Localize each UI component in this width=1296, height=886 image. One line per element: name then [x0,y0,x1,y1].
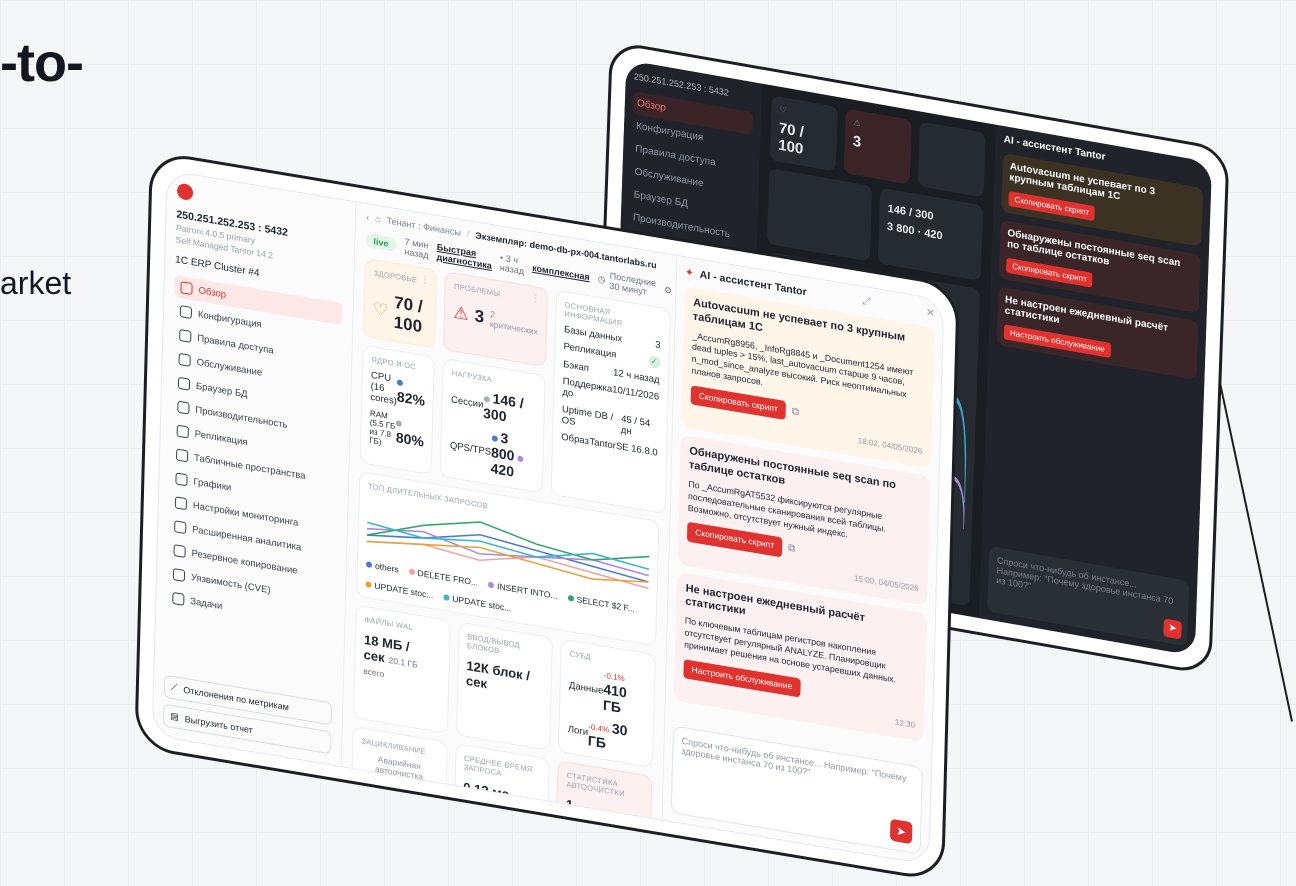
legend-swatch [567,594,574,602]
data-size: 410 ГБ [602,680,627,716]
legend-label: others [374,560,399,575]
check-icon: ✓ [647,355,661,370]
status-time: 7 мин назад [404,236,429,261]
dark-load-card: 146 / 300 3 800 · 420 [877,187,984,282]
more-icon[interactable]: ⋮ [531,293,541,306]
legend-label: UPDATE stoc... [374,580,434,601]
sidebar: 250.251.252.253 : 5432 Patroni 4.0.5 pri… [152,170,357,767]
shield-icon [179,328,192,343]
avg-query-value: 0.12 мс [463,779,510,802]
gauge-icon [177,400,190,415]
tps-value: 420 [490,459,515,480]
ai-assistant-panel: ✦ AI - ассистент Tantor ⤢ ✕ Autovacuum н… [661,255,944,864]
ai-spark-icon: ✦ [684,265,694,280]
status-mid: • 3 ч назад [499,252,525,277]
cpu-value: 82% [396,388,426,409]
analytics-icon [174,520,187,535]
database-icon [177,376,191,391]
wrench-icon [178,352,191,367]
shield-alert-icon [172,568,186,582]
send-icon[interactable]: ➤ [1163,618,1182,640]
problems-sub: 2 критических [489,308,539,337]
folder-icon [175,448,189,463]
core-os-card[interactable]: Ядро и ОС CPU (16 cores) 82% RAM (5.5 ГБ … [359,344,436,476]
live-badge: live [365,232,397,253]
legend-item[interactable]: UPDATE stoc... [443,592,511,613]
ai-chat-input[interactable]: Спроси что-нибудь об инстансе... Наприме… [670,725,923,855]
tantor-logo [176,182,194,202]
legend-swatch [365,581,372,589]
sessions-value: 146 / 300 [482,390,524,425]
io-value: 12К блок / сек [465,657,531,692]
chart-line-icon: ⟋ [170,681,178,693]
warning-icon: ⚠ [453,302,469,325]
light-screen: 250.251.252.253 : 5432 Patroni 4.0.5 pri… [151,169,945,866]
legend-item[interactable]: others [365,559,399,575]
legend-swatch [488,581,495,589]
ram-value: 80% [395,428,425,450]
dark-info-card [917,121,986,198]
send-icon[interactable]: ➤ [889,818,913,845]
legend-swatch [408,568,415,576]
close-icon[interactable]: ✕ [926,306,935,319]
main-content: ‹ ⌂ Тенант : Финансы / Экземпляр: demo-d… [342,202,688,856]
settings-icon[interactable]: ⚙ [664,284,672,296]
backup-icon [173,544,186,559]
legend-swatch [443,594,450,602]
document-icon: ▤ [170,710,179,722]
quick-diagnostics-link[interactable]: Быстрая диагностика [436,242,492,271]
ram-label: RAM (5.5 ГБ из 7.8 ГБ) [369,408,396,447]
replication-icon [176,424,189,439]
overview-icon [180,281,193,296]
problems-card[interactable]: Проблемы ⋮ ⚠ 3 2 критических [443,271,549,368]
dark-ai-input[interactable]: Спроси что-нибудь об инстансе... Наприме… [987,545,1190,647]
dark-core-card [766,168,873,262]
legend-label: UPDATE stoc... [452,593,512,614]
more-icon[interactable]: ⋮ [420,274,430,287]
clock-icon: ◷ [597,273,606,285]
dbms-card[interactable]: СУБД Данные -0.1% 410 ГБ Логи -0.4% 30 ГБ [558,638,656,769]
legend-item[interactable]: UPDATE stoc... [365,579,434,601]
info-card: Основная информация Базы данных 3 Реплика… [550,289,671,514]
complex-diagnostics-link[interactable]: комплексная [532,263,590,283]
health-card[interactable]: Здоровье ⋮ ♡ 70 / 100 [362,257,438,349]
back-icon[interactable]: ‹ [366,212,369,222]
home-icon[interactable]: ⌂ [375,214,381,225]
settings-icon [174,496,188,511]
external-link-icon[interactable]: ⧉ [788,542,795,557]
wal-card[interactable]: Файлы WAL 18 МБ / сек 20.1 ГБ всего [352,604,451,734]
hero-heading-fragment: -to- [0,33,84,93]
problems-value: 3 [474,306,485,327]
io-card[interactable]: Ввод/вывод блоков 12К блок / сек [455,621,554,751]
dark-health-card[interactable]: ♡ 70 / 100 [769,95,838,172]
legend-swatch [365,561,373,569]
hero-subheading-fragment: arket [0,265,72,301]
heart-icon: ♡ [372,299,389,321]
sliders-icon [179,305,193,320]
dark-ai-panel: AI - ассистент Tantor Autovacuum не успе… [978,124,1213,656]
external-link-icon[interactable]: ⧉ [792,405,799,420]
chart-icon [175,472,188,487]
cpu-label: CPU (16 cores) [370,369,397,408]
expand-icon[interactable]: ⤢ [862,295,871,309]
dark-problems-card[interactable]: ⚠ 3 [843,108,912,185]
load-card[interactable]: Нагрузка Сессии 146 / 300 QPS/TPS 3 800 42… [440,357,546,494]
tasks-icon [172,591,185,606]
period-selector[interactable]: ◷ Последние 30 минут [597,269,657,299]
health-value: 70 / 100 [393,292,423,337]
ai-input-placeholder: Спроси что-нибудь об инстансе... Наприме… [681,735,907,784]
